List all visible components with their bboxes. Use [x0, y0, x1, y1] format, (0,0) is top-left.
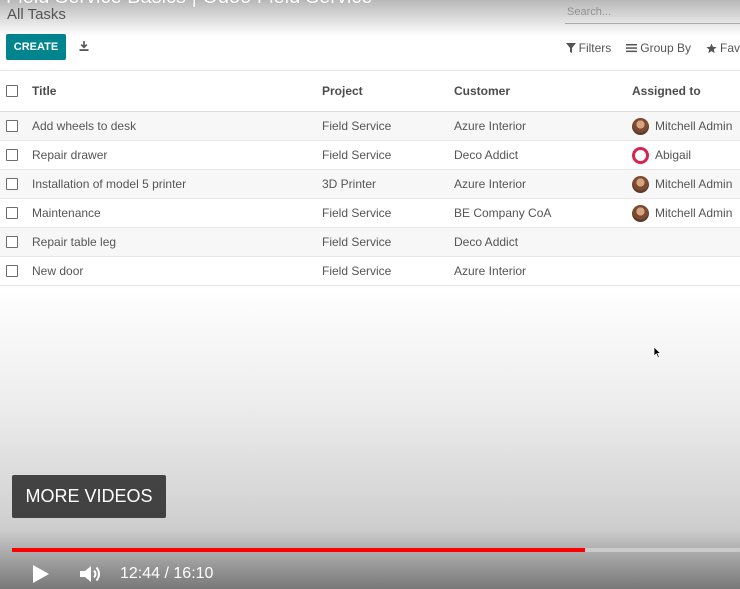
task-customer: Azure Interior — [454, 119, 527, 133]
avatar — [632, 117, 649, 135]
video-title[interactable]: Field Service Basics | Odoo Field Servic… — [6, 0, 372, 9]
play-button[interactable] — [30, 562, 52, 586]
table-header: Title Project Customer Assigned to — [0, 70, 740, 112]
favorites-button[interactable]: Fav — [706, 41, 740, 55]
progress-bar[interactable] — [12, 548, 740, 552]
task-title: Repair drawer — [32, 148, 108, 162]
task-project: Field Service — [322, 235, 392, 249]
create-button[interactable]: CREATE — [6, 34, 66, 60]
task-title: Add wheels to desk — [32, 119, 137, 133]
time-display: 12:44 / 16:10 — [120, 565, 213, 583]
task-customer: BE Company CoA — [454, 206, 552, 220]
column-header-project[interactable]: Project — [322, 71, 363, 111]
task-project: Field Service — [322, 148, 392, 162]
column-header-title[interactable]: Title — [32, 71, 56, 111]
column-header-assigned-to[interactable]: Assigned to — [632, 71, 701, 111]
row-select-cell — [6, 199, 18, 227]
assigned-name: Mitchell Admin — [655, 177, 733, 191]
favorites-label: Fav — [719, 41, 740, 55]
row-select-cell — [6, 228, 18, 256]
filters-button[interactable]: Filters — [565, 41, 612, 55]
row-checkbox[interactable] — [6, 120, 18, 132]
task-project: Field Service — [322, 206, 392, 220]
progress-bar-played — [12, 548, 585, 552]
search-box — [565, 3, 740, 24]
task-assigned-to: Mitchell Admin — [632, 112, 732, 140]
row-select-cell — [6, 170, 18, 198]
row-checkbox[interactable] — [6, 149, 18, 161]
task-list: Title Project Customer Assigned to Add w… — [0, 70, 740, 286]
row-select-cell — [6, 257, 18, 285]
more-videos-button[interactable]: MORE VIDEOS — [12, 475, 166, 518]
assigned-name: Mitchell Admin — [655, 119, 733, 133]
avatar — [632, 146, 649, 164]
task-assigned-to: Abigail — [632, 141, 691, 169]
download-icon[interactable] — [76, 38, 92, 54]
assigned-name: Abigail — [655, 148, 692, 162]
filter-icon — [565, 43, 576, 53]
assigned-name: Mitchell Admin — [655, 206, 733, 220]
task-project: Field Service — [322, 264, 392, 278]
avatar — [632, 175, 649, 193]
task-customer: Azure Interior — [454, 264, 527, 278]
group-by-button[interactable]: Group By — [626, 41, 691, 55]
current-time: 12:44 — [120, 565, 161, 582]
duration: 16:10 — [173, 565, 214, 582]
task-customer: Deco Addict — [454, 235, 519, 249]
table-row[interactable]: Add wheels to desk Field Service Azure Int… — [0, 112, 740, 141]
select-all-cell — [6, 71, 18, 111]
avatar — [632, 204, 649, 222]
mute-button[interactable] — [78, 562, 104, 586]
table-row[interactable]: Repair drawer Field Service Deco Addict Abi… — [0, 141, 740, 170]
task-assigned-to: Mitchell Admin — [632, 199, 732, 227]
task-title: Installation of model 5 printer — [32, 177, 187, 191]
group-by-label: Group By — [640, 41, 691, 55]
table-row[interactable]: Installation of model 5 printer 3D Printe… — [0, 170, 740, 199]
play-icon — [33, 565, 49, 583]
row-select-cell — [6, 141, 18, 169]
list-icon — [626, 44, 638, 53]
table-row[interactable]: New door Field Service Azure Interior — [0, 257, 740, 286]
table-row[interactable]: Repair table leg Field Service Deco Addict — [0, 228, 740, 257]
row-checkbox[interactable] — [6, 236, 18, 248]
search-input[interactable] — [565, 3, 739, 21]
row-checkbox[interactable] — [6, 265, 18, 277]
row-checkbox[interactable] — [6, 207, 18, 219]
table-row[interactable]: Maintenance Field Service BE Company CoA Mi… — [0, 199, 740, 228]
player-controls-gradient — [0, 530, 740, 589]
task-customer: Deco Addict — [454, 148, 519, 162]
task-project: 3D Printer — [322, 177, 377, 191]
row-select-cell — [6, 112, 18, 140]
mouse-cursor-icon — [653, 346, 662, 359]
time-separator: / — [160, 565, 174, 582]
table-body: Add wheels to desk Field Service Azure Int… — [0, 112, 740, 286]
task-title: Repair table leg — [32, 235, 117, 249]
task-customer: Azure Interior — [454, 177, 527, 191]
star-icon — [706, 42, 717, 53]
task-title: New door — [32, 264, 84, 278]
search-options-toolbar: Filters Group By Fav — [551, 40, 740, 56]
column-header-customer[interactable]: Customer — [454, 71, 510, 111]
task-assigned-to: Mitchell Admin — [632, 170, 732, 198]
task-project: Field Service — [322, 119, 392, 133]
filters-label: Filters — [578, 41, 612, 55]
select-all-checkbox[interactable] — [6, 85, 18, 97]
row-checkbox[interactable] — [6, 178, 18, 190]
volume-icon — [80, 566, 100, 582]
task-title: Maintenance — [32, 206, 101, 220]
